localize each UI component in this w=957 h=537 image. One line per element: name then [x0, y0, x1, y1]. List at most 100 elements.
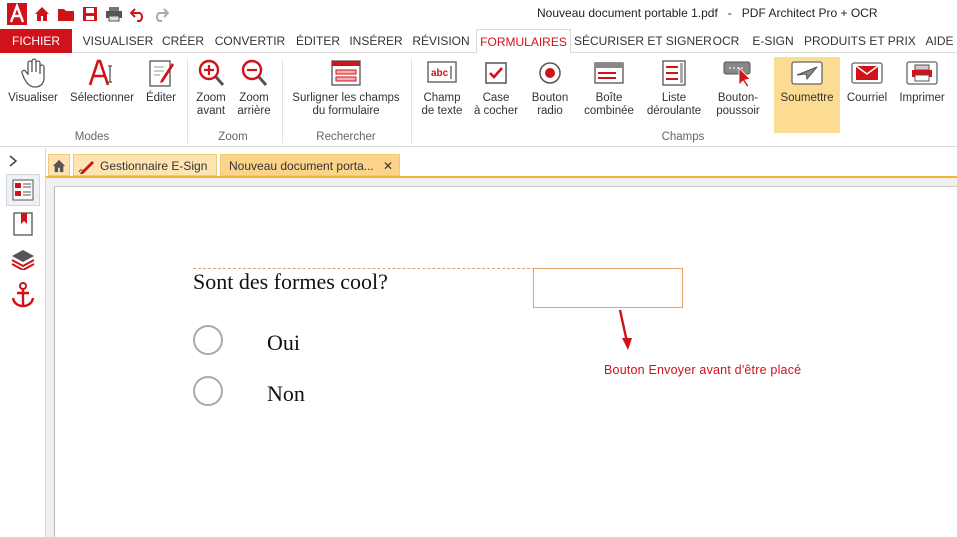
ribbon-separator — [187, 59, 188, 143]
print-form-label: Imprimer — [899, 92, 945, 104]
ribbon-separator — [411, 59, 412, 143]
combo-box-icon — [593, 57, 625, 89]
thumbnails-icon[interactable] — [6, 174, 40, 206]
hand-icon — [17, 57, 49, 89]
radio-button-label-1: Bouton — [531, 92, 569, 104]
fields-group-label: Champs — [661, 131, 705, 143]
close-icon[interactable]: ✕ — [383, 155, 393, 175]
checkbox-icon — [480, 57, 512, 89]
combo-box-button[interactable]: Boîte combinée — [582, 57, 636, 125]
esign-tab-label: Gestionnaire E-Sign — [100, 159, 208, 173]
submit-button-placeholder[interactable] — [533, 268, 683, 308]
dropdown-list-label-2: déroulante — [646, 105, 702, 117]
document-viewport — [46, 178, 957, 537]
open-folder-icon[interactable] — [57, 4, 75, 24]
text-field-button[interactable]: abc Champ de texte — [418, 57, 466, 125]
checkbox-label-2: à cocher — [473, 105, 519, 117]
title-bar: Nouveau document portable 1.pdf - PDF Ar… — [0, 0, 957, 29]
tab-edit[interactable]: ÉDITER — [291, 29, 345, 53]
checkbox-label-1: Case — [482, 92, 510, 104]
tab-esign[interactable]: E-SIGN — [749, 29, 797, 53]
view-mode-button[interactable]: Visualiser — [4, 57, 62, 125]
zoom-in-button[interactable]: Zoom avant — [193, 57, 229, 125]
printer-icon — [906, 57, 938, 89]
annotation-text: Bouton Envoyer avant d'être placé — [604, 363, 802, 377]
tab-products[interactable]: PRODUITS ET PRIX — [804, 29, 916, 53]
home-icon[interactable] — [33, 4, 51, 24]
document-tab-label: Nouveau document porta... — [229, 159, 374, 173]
text-field-label-1: Champ — [423, 92, 461, 104]
zoom-in-label-1: Zoom — [196, 92, 226, 104]
checkbox-button[interactable]: Case à cocher — [472, 57, 520, 125]
home-tab[interactable] — [48, 154, 70, 176]
push-button-label-2: poussoir — [716, 105, 760, 117]
undo-icon[interactable] — [129, 4, 147, 24]
layers-icon[interactable] — [10, 246, 36, 272]
zoom-out-label-2: arrière — [237, 105, 271, 117]
tab-review[interactable]: RÉVISION — [409, 29, 473, 53]
radio-oui[interactable] — [193, 325, 223, 355]
side-panel — [0, 148, 46, 537]
redo-icon[interactable] — [152, 4, 170, 24]
tab-secure-sign[interactable]: SÉCURISER ET SIGNER — [574, 29, 712, 53]
email-label: Courriel — [846, 92, 888, 104]
dropdown-list-button[interactable]: Liste déroulante — [644, 57, 704, 125]
radio-button-label-2: radio — [537, 105, 563, 117]
select-mode-label: Sélectionner — [70, 92, 134, 104]
tab-insert[interactable]: INSÉRER — [347, 29, 405, 53]
paper-plane-icon — [791, 57, 823, 89]
save-icon[interactable] — [81, 4, 99, 24]
print-form-button[interactable]: Imprimer — [896, 57, 948, 125]
tab-ocr[interactable]: OCR — [707, 29, 745, 53]
email-button[interactable]: Courriel — [844, 57, 890, 125]
bookmarks-icon[interactable] — [10, 211, 36, 237]
tab-forms[interactable]: FORMULAIRES — [476, 29, 571, 54]
search-group-label: Rechercher — [316, 131, 376, 143]
pdf-page — [54, 186, 957, 537]
document-tab[interactable]: Nouveau document porta... ✕ — [220, 154, 400, 176]
text-field-label-2: de texte — [421, 105, 463, 117]
svg-text:abc: abc — [431, 68, 449, 79]
zoom-out-icon — [238, 57, 270, 89]
form-question: Sont des formes cool? — [193, 269, 388, 294]
app-logo-icon[interactable] — [6, 3, 28, 25]
esign-manager-tab[interactable]: Gestionnaire E-Sign — [73, 154, 217, 176]
highlight-fields-button[interactable]: Surligner les champs du formulaire — [289, 57, 403, 125]
text-field-icon: abc — [426, 57, 458, 89]
highlight-fields-label-2: du formulaire — [312, 105, 380, 117]
home-icon — [52, 159, 66, 173]
tab-convert[interactable]: CONVERTIR — [212, 29, 288, 53]
zoom-out-label-1: Zoom — [239, 92, 269, 104]
highlight-fields-icon — [330, 57, 362, 89]
radio-button-icon — [534, 57, 566, 89]
tab-help[interactable]: AIDE — [922, 29, 957, 53]
annotation-arrow — [618, 309, 632, 350]
radio-non[interactable] — [193, 376, 223, 406]
select-text-icon — [86, 57, 118, 89]
chevron-right-icon[interactable] — [4, 152, 22, 170]
edit-mode-button[interactable]: Éditer — [142, 57, 180, 125]
view-mode-label: Visualiser — [8, 92, 58, 104]
combo-box-label-1: Boîte — [595, 92, 623, 104]
ribbon: Visualiser Sélectionner Éditer Modes Zoo… — [0, 53, 957, 147]
zoom-in-icon — [195, 57, 227, 89]
modes-group-label: Modes — [74, 131, 110, 143]
window-title: Nouveau document portable 1.pdf - PDF Ar… — [537, 6, 878, 20]
submit-label: Soumettre — [780, 92, 834, 104]
ribbon-separator — [282, 59, 283, 143]
submit-button[interactable]: Soumettre — [774, 57, 840, 133]
push-button-button[interactable]: Bouton- poussoir — [712, 57, 764, 125]
print-icon[interactable] — [104, 4, 124, 24]
tab-view[interactable]: VISUALISER — [80, 29, 156, 53]
anchor-icon[interactable] — [10, 282, 36, 308]
radio-button-button[interactable]: Bouton radio — [528, 57, 572, 125]
dropdown-list-label-1: Liste — [661, 92, 687, 104]
zoom-out-button[interactable]: Zoom arrière — [235, 57, 273, 125]
select-mode-button[interactable]: Sélectionner — [68, 57, 136, 125]
tab-file[interactable]: FICHIER — [0, 29, 72, 53]
envelope-icon — [851, 57, 883, 89]
tab-create[interactable]: CRÉER — [159, 29, 207, 53]
push-button-icon — [722, 57, 754, 89]
signature-pen-icon — [78, 161, 94, 174]
option-oui-label: Oui — [267, 330, 300, 355]
